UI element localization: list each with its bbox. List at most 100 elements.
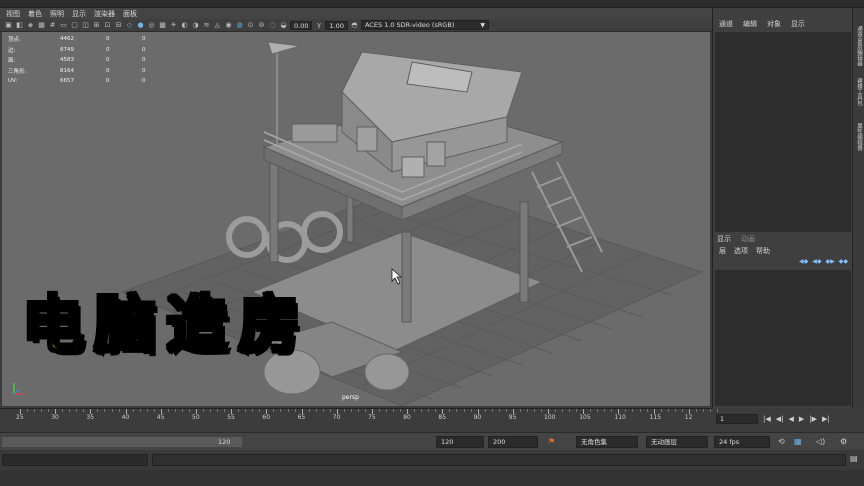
- layer-list[interactable]: [715, 270, 851, 406]
- timeline-minor-tick: [702, 409, 704, 412]
- gate-mask-icon[interactable]: ◫: [81, 21, 90, 30]
- tab-show[interactable]: 显示: [791, 19, 805, 29]
- timeline-minor-tick: [498, 409, 500, 412]
- command-input[interactable]: [2, 454, 148, 466]
- tab-edit[interactable]: 编辑: [743, 19, 757, 29]
- depth-of-field-icon[interactable]: ◉: [224, 21, 233, 30]
- tab-channel-box-layers[interactable]: 通道盒/层编辑器: [855, 26, 863, 66]
- timeline-minor-tick: [562, 409, 564, 412]
- wireframe-icon[interactable]: ◇: [125, 21, 134, 30]
- shadows-icon[interactable]: ◐: [180, 21, 189, 30]
- smooth-shade-icon[interactable]: ●: [136, 21, 145, 30]
- timeline-minor-tick: [167, 409, 169, 412]
- character-key-icon[interactable]: ⚑: [548, 437, 555, 446]
- script-editor-icon[interactable]: ▤: [850, 454, 858, 463]
- color-management-icon[interactable]: ◓: [350, 21, 359, 30]
- safe-title-icon[interactable]: ⊟: [114, 21, 123, 30]
- textured-icon[interactable]: ▩: [158, 21, 167, 30]
- timeline-minor-tick: [34, 409, 36, 412]
- exposure-icon[interactable]: ◒: [279, 21, 288, 30]
- play-forward-icon[interactable]: ▶: [799, 415, 804, 423]
- range-slider-bar: 120 120 200 ⚑ 无角色集 无动画层 24 fps ⟲ ▦ ◁) ⚙: [0, 432, 864, 450]
- grid-icon[interactable]: #: [48, 21, 57, 30]
- timeline-minor-tick: [111, 409, 113, 412]
- timeline-minor-tick: [203, 409, 205, 412]
- xray-joints-icon[interactable]: ⊚: [257, 21, 266, 30]
- resolution-gate-icon[interactable]: ▢: [70, 21, 79, 30]
- prefs-icon[interactable]: ⚙: [840, 437, 847, 446]
- hud-value: 8749: [60, 46, 74, 53]
- timeline-minor-tick: [62, 409, 64, 412]
- current-frame-field[interactable]: 1: [716, 414, 758, 424]
- range-slider[interactable]: [2, 437, 242, 447]
- timeline-minor-tick: [695, 409, 697, 412]
- side-tab-strip: 通道盒/层编辑器 建模工具包 属性编辑器: [852, 8, 864, 408]
- step-forward-key-icon[interactable]: |▶: [809, 415, 817, 423]
- character-set-select[interactable]: 无角色集: [576, 436, 638, 448]
- timeline-minor-tick: [294, 409, 296, 412]
- timeline-minor-tick: [491, 409, 493, 412]
- menu-view[interactable]: 视图: [6, 9, 20, 19]
- new-layer-selected-icon[interactable]: ◆◆: [839, 258, 848, 265]
- menu-shading[interactable]: 着色: [28, 9, 42, 19]
- go-to-start-icon[interactable]: |◀: [763, 415, 771, 423]
- xray-icon[interactable]: ⊙: [246, 21, 255, 30]
- tab-object[interactable]: 对象: [767, 19, 781, 29]
- bookmark-icon[interactable]: ◈: [26, 21, 35, 30]
- hud-value: 0: [142, 46, 146, 53]
- gamma-field[interactable]: 1.00: [325, 20, 348, 30]
- camera-select-icon[interactable]: ▣: [4, 21, 13, 30]
- camera-attr-icon[interactable]: ◧: [15, 21, 24, 30]
- menu-options[interactable]: 选项: [734, 246, 748, 256]
- cache-icon[interactable]: ▦: [794, 437, 802, 446]
- move-layer-up-icon[interactable]: ◀◆: [799, 258, 808, 265]
- timeline-minor-tick: [428, 409, 430, 412]
- timeline-tick-label: 55: [227, 414, 235, 421]
- go-to-end-icon[interactable]: ▶|: [822, 415, 830, 423]
- step-back-frame-icon[interactable]: ◀: [789, 415, 794, 423]
- menu-show[interactable]: 显示: [72, 9, 86, 19]
- tab-attribute-editor[interactable]: 属性编辑器: [855, 123, 863, 151]
- time-slider[interactable]: 25 30 35 40 45 50 55 60 65 70 75 80 85 90 95 100 105 110 1…: [0, 408, 718, 432]
- menu-help[interactable]: 帮助: [756, 246, 770, 256]
- loop-icon[interactable]: ⟲: [778, 437, 785, 446]
- lights-icon[interactable]: ☀: [169, 21, 178, 30]
- new-layer-icon[interactable]: ◆▶: [825, 258, 834, 265]
- hud-value: 6657: [60, 78, 74, 85]
- isolate-select-icon[interactable]: ◍: [235, 21, 244, 30]
- sound-icon[interactable]: ◁): [816, 437, 825, 446]
- safe-action-icon[interactable]: ⊡: [103, 21, 112, 30]
- menu-lighting[interactable]: 照明: [50, 9, 64, 19]
- channel-list[interactable]: [715, 32, 851, 232]
- hud-value: 0: [106, 78, 110, 85]
- step-back-key-icon[interactable]: ◀|: [776, 415, 784, 423]
- tab-modeling-toolkit[interactable]: 建模工具包: [855, 78, 863, 106]
- 3d-viewport[interactable]: 顶点: 4462 0 0 边: 8749 0 0 面: 4583 0 0 三角形…: [2, 32, 710, 406]
- timeline-minor-tick: [41, 409, 43, 412]
- tab-anim-layers[interactable]: 动画: [741, 234, 755, 244]
- color-space-select[interactable]: ACES 1.0 SDR-video (sRGB) ▼: [360, 20, 489, 30]
- ambient-occlusion-icon[interactable]: ◑: [191, 21, 200, 30]
- tab-channels[interactable]: 通道: [719, 19, 733, 29]
- tab-display-layers[interactable]: 显示: [717, 234, 731, 244]
- timeline-minor-tick: [287, 409, 289, 412]
- menu-panels[interactable]: 面板: [123, 9, 137, 19]
- playback-end-field[interactable]: 200: [488, 436, 538, 448]
- anim-end-field[interactable]: 120: [436, 436, 484, 448]
- fps-select[interactable]: 24 fps: [714, 436, 770, 448]
- motion-blur-icon[interactable]: ≋: [202, 21, 211, 30]
- backface-icon[interactable]: ◌: [268, 21, 277, 30]
- gamma-icon[interactable]: γ: [314, 21, 323, 30]
- anti-alias-icon[interactable]: ◬: [213, 21, 222, 30]
- move-layer-down-icon[interactable]: ◀◆: [812, 258, 821, 265]
- timeline-minor-tick: [364, 409, 366, 412]
- wireframe-on-shaded-icon[interactable]: ◎: [147, 21, 156, 30]
- image-plane-icon[interactable]: ▦: [37, 21, 46, 30]
- menu-layers[interactable]: 层: [719, 246, 726, 256]
- exposure-field[interactable]: 0.00: [290, 20, 313, 30]
- film-gate-icon[interactable]: ▭: [59, 21, 68, 30]
- menu-renderer[interactable]: 渲染器: [94, 9, 115, 19]
- timeline-tick-label: 12: [684, 414, 693, 421]
- anim-layer-select[interactable]: 无动画层: [646, 436, 708, 448]
- field-chart-icon[interactable]: ⊞: [92, 21, 101, 30]
